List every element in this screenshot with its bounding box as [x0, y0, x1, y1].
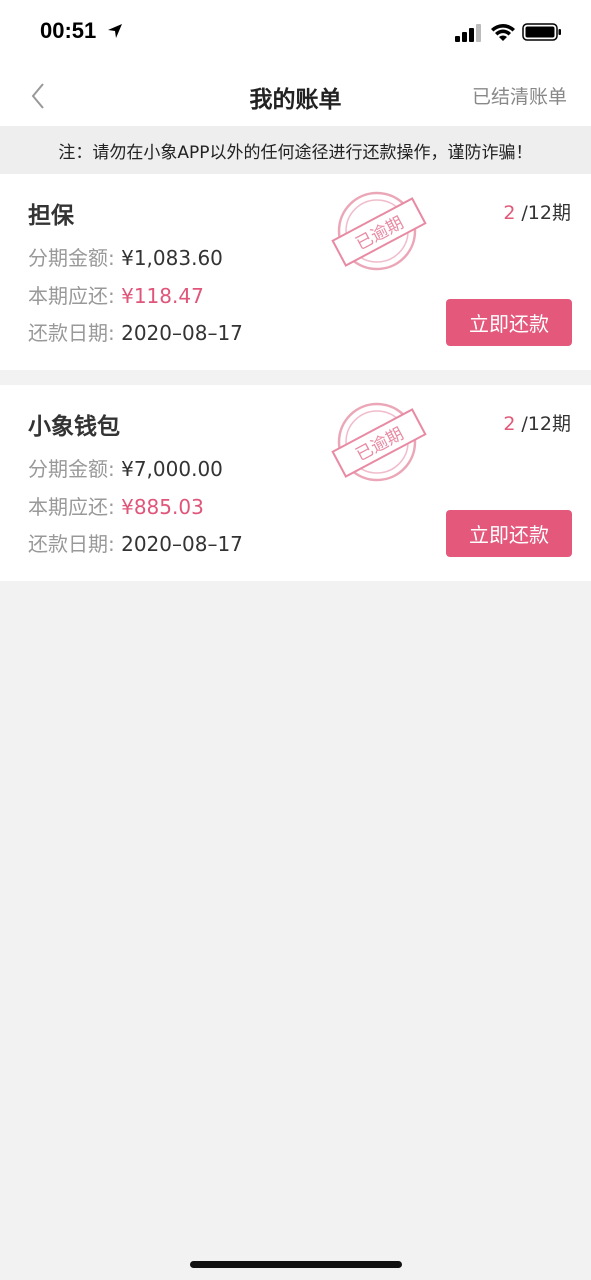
total-periods: /12期 — [521, 413, 571, 435]
installment-amount-value: ¥1,083.60 — [121, 246, 223, 270]
pay-now-button[interactable]: 立即还款 — [446, 299, 572, 346]
cellular-signal-icon — [455, 24, 481, 42]
due-date-value: 2020–08–17 — [121, 532, 243, 556]
nav-bar: 我的账单 已结清账单 — [0, 64, 591, 126]
home-indicator[interactable] — [190, 1261, 402, 1268]
total-periods: /12期 — [521, 202, 571, 224]
due-date-row: 还款日期: 2020–08–17 — [28, 317, 243, 346]
current-period: 2 — [503, 202, 516, 224]
bill-title: 担保 — [28, 203, 74, 229]
notice-banner: 注：请勿在小象APP以外的任何途径进行还款操作，谨防诈骗！ — [0, 126, 591, 174]
settled-bills-link[interactable]: 已结清账单 — [472, 82, 567, 109]
bill-card: 小象钱包 已逾期 2/12期 分期金额: ¥7,000.00 本期应还: ¥88… — [0, 385, 591, 581]
current-due-row: 本期应还: ¥885.03 — [28, 491, 204, 520]
current-due-label: 本期应还: — [28, 495, 115, 519]
bill-title: 小象钱包 — [28, 414, 120, 440]
wifi-icon — [491, 24, 515, 41]
current-due-value: ¥885.03 — [121, 495, 204, 519]
overdue-stamp: 已逾期 — [331, 191, 427, 271]
installment-amount-row: 分期金额: ¥1,083.60 — [28, 242, 223, 271]
installment-amount-row: 分期金额: ¥7,000.00 — [28, 453, 223, 482]
current-period: 2 — [503, 413, 516, 435]
status-bar: 00:51 — [0, 0, 591, 64]
bill-card: 担保 已逾期 2/12期 分期金额: ¥1,083.60 本期应还: ¥118.… — [0, 174, 591, 370]
pay-now-button[interactable]: 立即还款 — [446, 510, 572, 557]
current-due-value: ¥118.47 — [121, 284, 204, 308]
period-info: 2/12期 — [503, 409, 571, 436]
due-date-value: 2020–08–17 — [121, 321, 243, 345]
current-due-row: 本期应还: ¥118.47 — [28, 280, 204, 309]
due-date-label: 还款日期: — [28, 321, 115, 345]
installment-amount-value: ¥7,000.00 — [121, 457, 223, 481]
installment-amount-label: 分期金额: — [28, 246, 115, 270]
period-info: 2/12期 — [503, 198, 571, 225]
overdue-stamp: 已逾期 — [331, 402, 427, 482]
battery-icon — [522, 23, 561, 41]
due-date-row: 还款日期: 2020–08–17 — [28, 528, 243, 557]
installment-amount-label: 分期金额: — [28, 457, 115, 481]
due-date-label: 还款日期: — [28, 532, 115, 556]
location-arrow-icon — [108, 24, 122, 38]
status-time: 00:51 — [40, 18, 97, 43]
current-due-label: 本期应还: — [28, 284, 115, 308]
